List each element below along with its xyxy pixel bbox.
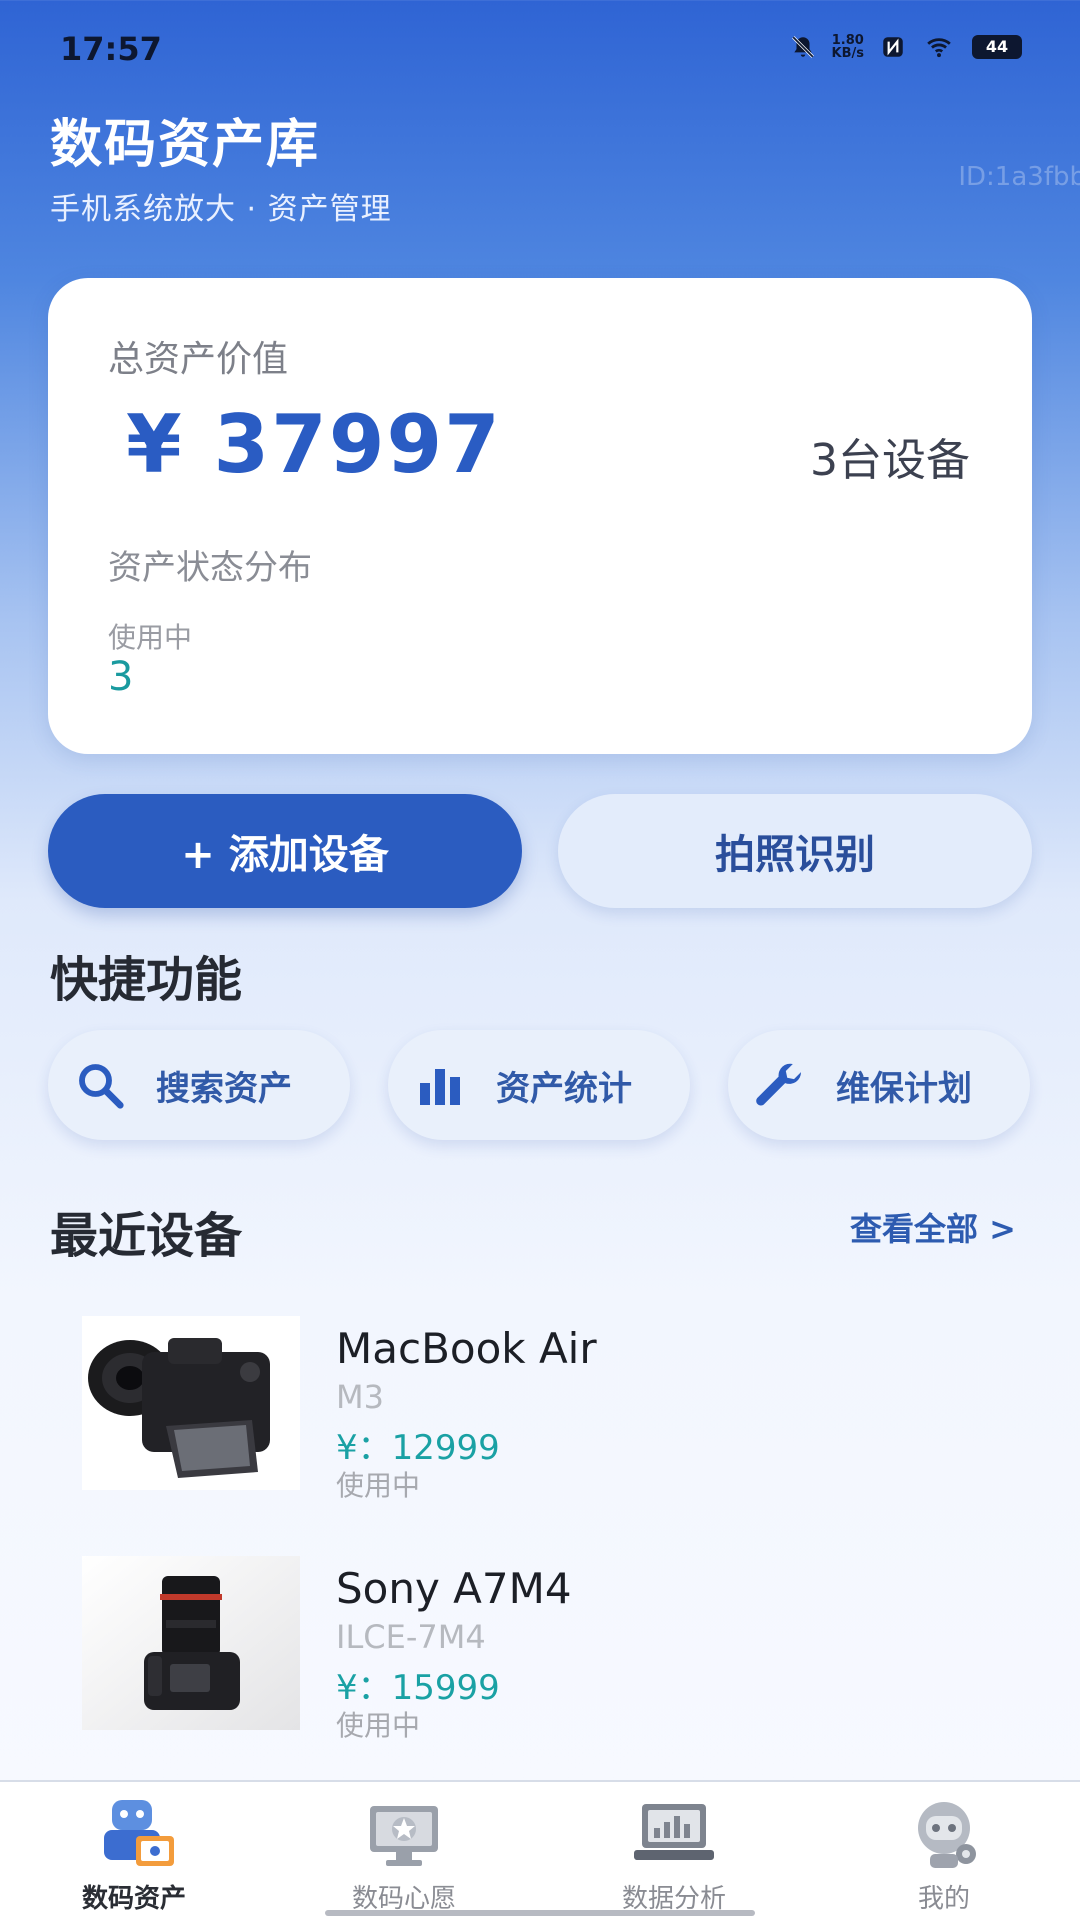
asset-stats-label: 资产统计 xyxy=(496,1068,632,1109)
device-status: 使用中 xyxy=(336,1709,421,1742)
device-model: M3 xyxy=(336,1378,384,1416)
device-item[interactable]: Sony A7M4 ILCE-7M4 ¥：15999 使用中 xyxy=(82,1556,1002,1742)
search-assets-label: 搜索资产 xyxy=(156,1068,292,1109)
device-price: ¥：12999 xyxy=(336,1428,500,1468)
nav-tab-profile[interactable]: 我的 xyxy=(844,1796,1044,1916)
status-icons: 1.80 KB/s 44 xyxy=(790,34,1022,60)
total-asset-value: ¥ 37997 xyxy=(126,398,502,491)
asset-summary-card[interactable]: 总资产价值 ¥ 37997 3台设备 资产状态分布 使用中 3 xyxy=(48,278,1032,754)
device-price: ¥：15999 xyxy=(336,1668,500,1708)
wrench-icon xyxy=(752,1057,808,1113)
net-speed-unit: KB/s xyxy=(831,46,864,61)
watermark-id: ID:1a3fbb xyxy=(958,162,1080,192)
wifi-icon xyxy=(927,38,951,58)
search-assets-chip[interactable]: 搜索资产 xyxy=(48,1030,350,1140)
net-speed: 1.80 KB/s xyxy=(832,34,864,60)
device-name: MacBook Air xyxy=(336,1324,597,1373)
nav-label: 数码资产 xyxy=(81,1884,186,1914)
recent-devices-title: 最近设备 xyxy=(50,1208,243,1264)
view-all-link[interactable]: 查看全部 > xyxy=(850,1204,1016,1250)
bottom-nav: 数码资产 数码心愿 数据分析 我的 xyxy=(0,1780,1080,1922)
bar-chart-icon xyxy=(412,1057,468,1113)
status-time: 17:57 xyxy=(60,30,162,68)
app-subtitle: 手机系统放大 · 资产管理 xyxy=(50,192,392,227)
in-use-label: 使用中 xyxy=(108,621,193,654)
nav-label: 我的 xyxy=(917,1884,970,1914)
mute-bell-icon xyxy=(791,36,814,58)
add-device-button[interactable]: + 添加设备 xyxy=(48,794,522,908)
nav-tab-digital-wishes[interactable]: 数码心愿 xyxy=(304,1796,504,1916)
status-bar: 17:57 1.80 KB/s 44 xyxy=(0,0,1080,100)
quick-functions-title: 快捷功能 xyxy=(50,952,243,1008)
app-title: 数码资产库 xyxy=(50,115,321,175)
status-distribution-label: 资产状态分布 xyxy=(108,548,312,588)
in-use-count: 3 xyxy=(108,654,134,700)
wish-monitor-icon xyxy=(370,1806,438,1866)
photo-recognize-button[interactable]: 拍照识别 xyxy=(558,794,1032,908)
asset-stats-chip[interactable]: 资产统计 xyxy=(388,1030,690,1140)
device-photo xyxy=(82,1316,300,1490)
robot-profile-icon xyxy=(918,1802,976,1868)
nav-tab-data-analysis[interactable]: 数据分析 xyxy=(574,1796,774,1916)
device-model: ILCE-7M4 xyxy=(336,1618,486,1656)
maintenance-plan-chip[interactable]: 维保计划 xyxy=(728,1030,1030,1140)
device-count: 3台设备 xyxy=(810,435,970,486)
device-item[interactable]: MacBook Air M3 ¥：12999 使用中 xyxy=(82,1316,1002,1502)
nav-tab-digital-assets[interactable]: 数码资产 xyxy=(34,1796,234,1916)
battery-icon: 44 xyxy=(972,35,1022,59)
device-photo xyxy=(82,1556,300,1730)
search-icon xyxy=(72,1057,128,1113)
nfc-icon xyxy=(883,37,903,57)
maintenance-plan-label: 维保计划 xyxy=(836,1068,972,1109)
total-asset-label: 总资产价值 xyxy=(108,339,289,380)
device-name: Sony A7M4 xyxy=(336,1564,572,1613)
device-status: 使用中 xyxy=(336,1469,421,1502)
robot-asset-icon xyxy=(104,1800,174,1866)
laptop-chart-icon xyxy=(634,1804,714,1860)
home-indicator[interactable] xyxy=(325,1910,755,1916)
